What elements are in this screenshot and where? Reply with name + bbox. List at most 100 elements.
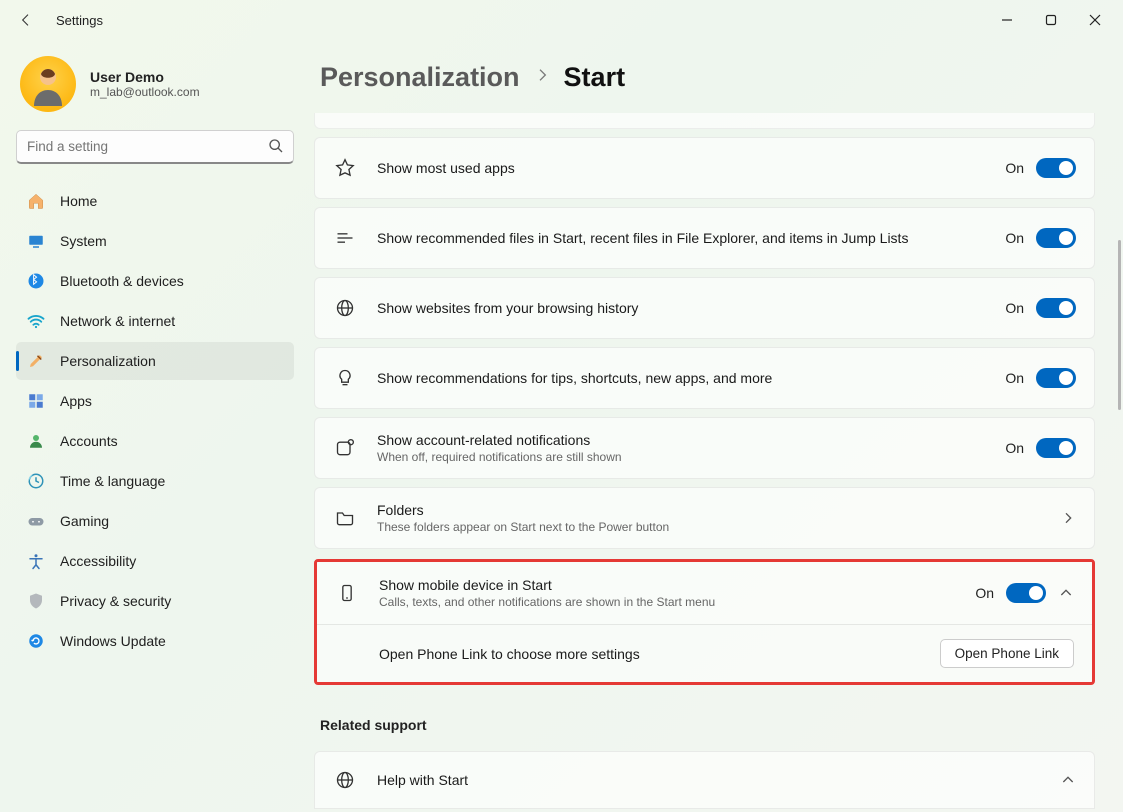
- back-button[interactable]: [14, 8, 38, 32]
- setting-subtitle: Calls, texts, and other notifications ar…: [379, 595, 955, 609]
- avatar: [20, 56, 76, 112]
- related-support-heading: Related support: [320, 717, 1095, 733]
- setting-subtitle: When off, required notifications are sti…: [377, 450, 985, 464]
- sidebar-item-label: Windows Update: [60, 633, 166, 649]
- setting-browsing-history[interactable]: Show websites from your browsing history…: [314, 277, 1095, 339]
- list-icon: [333, 228, 357, 248]
- nav-list: Home System Bluetooth & devices Network & i…: [16, 182, 294, 660]
- sidebar-item-label: System: [60, 233, 107, 249]
- setting-recommended-files[interactable]: Show recommended files in Start, recent …: [314, 207, 1095, 269]
- home-icon: [26, 191, 46, 211]
- sidebar-item-label: Bluetooth & devices: [60, 273, 184, 289]
- chevron-up-icon[interactable]: [1060, 772, 1076, 788]
- accessibility-icon: [26, 551, 46, 571]
- chevron-right-icon: [534, 67, 550, 88]
- sidebar-item-accounts[interactable]: Accounts: [16, 422, 294, 460]
- system-icon: [26, 231, 46, 251]
- toggle-state: On: [975, 585, 994, 601]
- app-title: Settings: [56, 13, 103, 28]
- paint-icon: [26, 351, 46, 371]
- setting-title: Show most used apps: [377, 160, 985, 176]
- sidebar-item-paint[interactable]: Personalization: [16, 342, 294, 380]
- sidebar-item-gaming[interactable]: Gaming: [16, 502, 294, 540]
- user-email: m_lab@outlook.com: [90, 85, 200, 99]
- sidebar-item-label: Accounts: [60, 433, 118, 449]
- setting-title: Show recommendations for tips, shortcuts…: [377, 370, 985, 386]
- phone-link-row: Open Phone Link to choose more settings …: [317, 624, 1092, 682]
- accounts-icon: [26, 431, 46, 451]
- mobile-device-highlight: Show mobile device in Start Calls, texts…: [314, 559, 1095, 685]
- toggle-account-notifications[interactable]: [1036, 438, 1076, 458]
- sidebar-item-update[interactable]: Windows Update: [16, 622, 294, 660]
- open-phone-link-button[interactable]: Open Phone Link: [940, 639, 1074, 668]
- toggle-state: On: [1005, 300, 1024, 316]
- help-title: Help with Start: [377, 772, 468, 788]
- maximize-button[interactable]: [1029, 4, 1073, 36]
- titlebar: Settings: [0, 0, 1123, 40]
- search-icon: [268, 138, 284, 159]
- apps-icon: [26, 391, 46, 411]
- setting-folders[interactable]: Folders These folders appear on Start ne…: [314, 487, 1095, 549]
- sidebar-item-label: Home: [60, 193, 97, 209]
- toggle-state: On: [1005, 440, 1024, 456]
- sidebar-item-label: Privacy & security: [60, 593, 171, 609]
- breadcrumb: Personalization Start: [314, 40, 1099, 113]
- help-with-start[interactable]: Help with Start: [314, 751, 1095, 809]
- folder-icon: [333, 508, 357, 528]
- setting-title: Show mobile device in Start: [379, 577, 955, 593]
- chevron-right-icon: [1060, 510, 1076, 526]
- card-partial-top: [314, 113, 1095, 129]
- sidebar-item-privacy[interactable]: Privacy & security: [16, 582, 294, 620]
- sidebar: User Demo m_lab@outlook.com Home System Bl…: [0, 40, 308, 812]
- close-button[interactable]: [1073, 4, 1117, 36]
- setting-account-notifications[interactable]: Show account-related notifications When …: [314, 417, 1095, 479]
- wifi-icon: [26, 311, 46, 331]
- sidebar-item-apps[interactable]: Apps: [16, 382, 294, 420]
- sidebar-item-label: Apps: [60, 393, 92, 409]
- sidebar-item-label: Gaming: [60, 513, 109, 529]
- toggle-state: On: [1005, 230, 1024, 246]
- toggle-tips[interactable]: [1036, 368, 1076, 388]
- sidebar-item-accessibility[interactable]: Accessibility: [16, 542, 294, 580]
- sidebar-item-wifi[interactable]: Network & internet: [16, 302, 294, 340]
- sidebar-item-system[interactable]: System: [16, 222, 294, 260]
- phone-icon: [335, 583, 359, 603]
- bluetooth-icon: [26, 271, 46, 291]
- sidebar-item-time[interactable]: Time & language: [16, 462, 294, 500]
- toggle-state: On: [1005, 160, 1024, 176]
- update-icon: [26, 631, 46, 651]
- toggle-recommended-files[interactable]: [1036, 228, 1076, 248]
- sidebar-item-bluetooth[interactable]: Bluetooth & devices: [16, 262, 294, 300]
- minimize-button[interactable]: [985, 4, 1029, 36]
- sidebar-item-label: Network & internet: [60, 313, 175, 329]
- setting-title: Show websites from your browsing history: [377, 300, 985, 316]
- setting-subtitle: These folders appear on Start next to th…: [377, 520, 1040, 534]
- time-icon: [26, 471, 46, 491]
- privacy-icon: [26, 591, 46, 611]
- notification-badge-icon: [333, 438, 357, 458]
- breadcrumb-current: Start: [564, 62, 626, 93]
- chevron-up-icon[interactable]: [1058, 585, 1074, 601]
- breadcrumb-parent[interactable]: Personalization: [320, 62, 520, 93]
- user-header[interactable]: User Demo m_lab@outlook.com: [16, 50, 294, 130]
- search-input[interactable]: [16, 130, 294, 164]
- setting-title: Show recommended files in Start, recent …: [377, 230, 985, 246]
- toggle-most-used[interactable]: [1036, 158, 1076, 178]
- setting-tips[interactable]: Show recommendations for tips, shortcuts…: [314, 347, 1095, 409]
- setting-title: Folders: [377, 502, 1040, 518]
- setting-most-used-apps[interactable]: Show most used apps On: [314, 137, 1095, 199]
- gaming-icon: [26, 511, 46, 531]
- scrollbar[interactable]: [1118, 240, 1121, 410]
- sidebar-item-label: Personalization: [60, 353, 156, 369]
- sidebar-item-label: Time & language: [60, 473, 165, 489]
- phone-link-label: Open Phone Link to choose more settings: [379, 646, 640, 662]
- toggle-browsing-history[interactable]: [1036, 298, 1076, 318]
- content-area: Personalization Start Show most used app…: [308, 40, 1123, 812]
- lightbulb-icon: [333, 368, 357, 388]
- setting-mobile-device[interactable]: Show mobile device in Start Calls, texts…: [317, 562, 1092, 624]
- sidebar-item-home[interactable]: Home: [16, 182, 294, 220]
- settings-list: Show most used apps On Show recommended …: [314, 113, 1099, 809]
- toggle-mobile-device[interactable]: [1006, 583, 1046, 603]
- sidebar-item-label: Accessibility: [60, 553, 136, 569]
- globe-help-icon: [333, 770, 357, 790]
